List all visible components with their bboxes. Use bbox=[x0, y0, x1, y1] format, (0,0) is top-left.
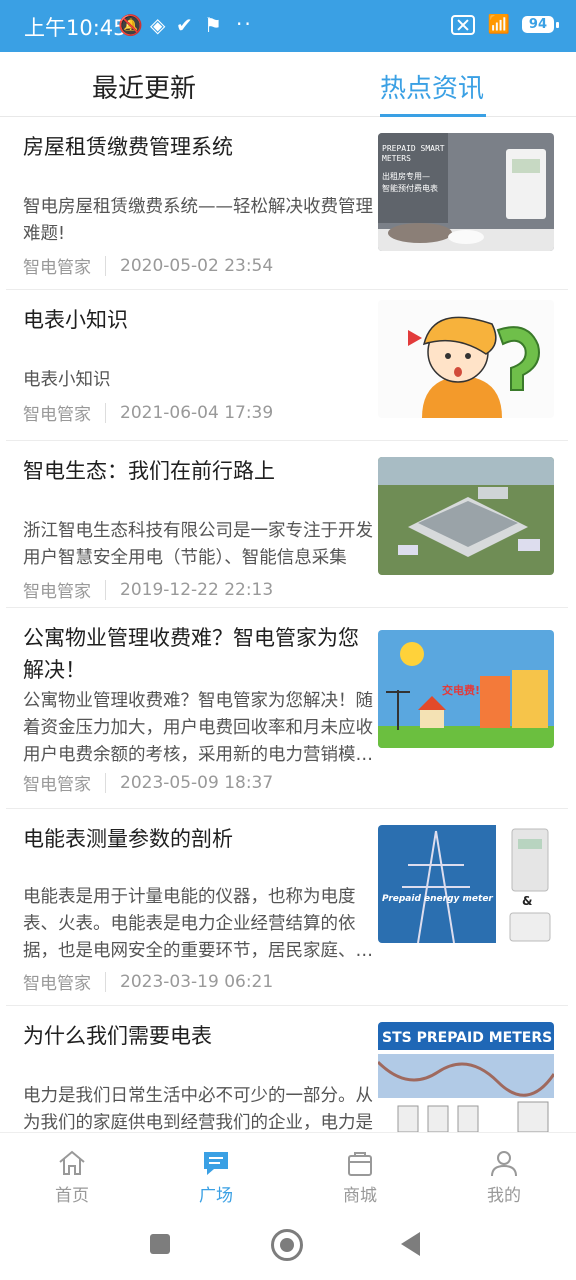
article-thumbnail bbox=[378, 300, 554, 418]
article-date: 2021-06-04 17:39 bbox=[120, 402, 274, 423]
article-item[interactable]: 为什么我们需要电表 电力是我们日常生活中必不可少的一部分。从为我们的家庭供电到经… bbox=[6, 1006, 568, 1132]
flag-icon: ⚑ bbox=[204, 13, 222, 37]
article-thumbnail: PREPAID SMART METERS 出租房专用— 智能预付费电表 bbox=[378, 133, 554, 251]
more-notifications-icon: ·· bbox=[236, 12, 253, 36]
article-summary: 电表小知识 bbox=[23, 370, 111, 390]
svg-text:智能预付费电表: 智能预付费电表 bbox=[382, 183, 438, 193]
thumbnail-caption: STS PREPAID METERS bbox=[382, 1030, 552, 1046]
article-thumbnail: 交电费! bbox=[378, 630, 554, 748]
thumbnail-caption: 交电费! bbox=[442, 683, 480, 697]
article-summary: 公寓物业管理收费难？智电管家为您解决！随着资金压力加大，用户电费回收率和月未应收… bbox=[23, 691, 373, 765]
chat-icon bbox=[204, 1152, 228, 1175]
mute-icon: 🔕 bbox=[118, 13, 143, 37]
article-meta: 智电管家 2020-05-02 23:54 bbox=[23, 253, 273, 278]
nav-mall[interactable]: 商城 bbox=[288, 1133, 432, 1213]
nav-profile-label: 我的 bbox=[487, 1186, 521, 1206]
article-list[interactable]: 房屋租赁缴费管理系统 智电房屋租赁缴费系统——轻松解决收费管理难题! 智电管家 … bbox=[0, 117, 576, 1132]
article-item[interactable]: 智电生态：我们在前行路上 浙江智电生态科技有限公司是一家专注于开发用户智慧安全用… bbox=[6, 441, 568, 608]
article-meta: 智电管家 2021-06-04 17:39 bbox=[23, 400, 273, 425]
svg-text:METERS: METERS bbox=[382, 154, 411, 163]
article-thumbnail: STS PREPAID METERS bbox=[378, 1022, 554, 1132]
article-title: 智电生态：我们在前行路上 bbox=[23, 459, 275, 483]
status-time: 上午10:45 bbox=[24, 16, 127, 40]
app-notification-icon: ◈ bbox=[150, 13, 166, 37]
battery-icon: 94 bbox=[521, 16, 560, 33]
article-item[interactable]: 房屋租赁缴费管理系统 智电房屋租赁缴费系统——轻松解决收费管理难题! 智电管家 … bbox=[6, 117, 568, 290]
home-button-icon[interactable] bbox=[271, 1229, 303, 1261]
article-title: 电表小知识 bbox=[23, 308, 128, 332]
article-date: 2019-12-22 22:13 bbox=[120, 579, 274, 600]
article-title: 为什么我们需要电表 bbox=[23, 1024, 212, 1048]
check-badge-icon: ✔ bbox=[176, 13, 193, 37]
article-item[interactable]: 电能表测量参数的剖析 电能表是用于计量电能的仪器，也称为电度表、火表。电能表是电… bbox=[6, 809, 568, 1006]
nav-profile[interactable]: 我的 bbox=[432, 1133, 576, 1213]
home-icon bbox=[59, 1150, 85, 1175]
system-navigation-bar bbox=[0, 1212, 576, 1280]
thumbnail-caption: & bbox=[522, 894, 532, 908]
status-bar: 上午10:45 🔕 ◈ ✔ ⚑ ·· 📶 94 bbox=[0, 0, 576, 52]
article-date: 2023-03-19 06:21 bbox=[120, 971, 274, 992]
tab-hot-news[interactable]: 热点资讯 bbox=[380, 68, 484, 105]
nav-home[interactable]: 首页 bbox=[0, 1133, 144, 1213]
article-author: 智电管家 bbox=[23, 582, 91, 602]
article-item[interactable]: 电表小知识 电表小知识 智电管家 2021-06-04 17:39 bbox=[6, 290, 568, 441]
article-title: 房屋租赁缴费管理系统 bbox=[23, 135, 233, 159]
article-date: 2020-05-02 23:54 bbox=[120, 255, 274, 276]
recent-apps-icon[interactable] bbox=[150, 1234, 170, 1254]
nav-home-label: 首页 bbox=[55, 1186, 89, 1206]
article-date: 2023-05-09 18:37 bbox=[120, 772, 274, 793]
article-author: 智电管家 bbox=[23, 405, 91, 425]
article-author: 智电管家 bbox=[23, 258, 91, 278]
article-author: 智电管家 bbox=[23, 775, 91, 795]
tab-recent-updates[interactable]: 最近更新 bbox=[92, 68, 196, 105]
nav-square-label: 广场 bbox=[199, 1186, 233, 1206]
article-summary: 智电房屋租赁缴费系统——轻松解决收费管理难题! bbox=[23, 197, 373, 244]
article-summary: 电力是我们日常生活中必不可少的一部分。从为我们的家庭供电到经营我们的企业，电力是 bbox=[23, 1086, 373, 1132]
tab-bar: 最近更新 热点资讯 bbox=[0, 52, 576, 117]
wifi-icon: 📶 bbox=[487, 14, 510, 35]
article-item[interactable]: 公寓物业管理收费难？智电管家为您解决！ 公寓物业管理收费难？智电管家为您解决！随… bbox=[6, 608, 568, 809]
shopping-bag-icon bbox=[348, 1152, 372, 1176]
nav-mall-label: 商城 bbox=[343, 1186, 377, 1206]
article-meta: 智电管家 2023-03-19 06:21 bbox=[23, 969, 273, 994]
article-summary: 电能表是用于计量电能的仪器，也称为电度表、火表。电能表是电力企业经营结算的依据，… bbox=[23, 887, 373, 961]
article-title: 电能表测量参数的剖析 bbox=[23, 827, 233, 851]
article-thumbnail bbox=[378, 457, 554, 575]
bottom-navigation: 首页 广场 商城 我的 bbox=[0, 1132, 576, 1213]
nav-square[interactable]: 广场 bbox=[144, 1133, 288, 1213]
no-sim-icon bbox=[451, 14, 476, 35]
back-icon[interactable] bbox=[401, 1232, 420, 1256]
svg-text:PREPAID SMART: PREPAID SMART bbox=[382, 144, 445, 153]
user-icon bbox=[491, 1151, 517, 1177]
svg-text:出租房专用—: 出租房专用— bbox=[382, 171, 430, 181]
article-summary: 浙江智电生态科技有限公司是一家专注于开发用户智慧安全用电（节能）、智能信息采集 bbox=[23, 521, 373, 568]
article-meta: 智电管家 2019-12-22 22:13 bbox=[23, 577, 273, 602]
article-author: 智电管家 bbox=[23, 974, 91, 994]
article-meta: 智电管家 2023-05-09 18:37 bbox=[23, 770, 273, 795]
article-title: 公寓物业管理收费难？智电管家为您解决！ bbox=[23, 626, 359, 682]
article-thumbnail: Prepaid energy meter From YTL metering! … bbox=[378, 825, 554, 943]
